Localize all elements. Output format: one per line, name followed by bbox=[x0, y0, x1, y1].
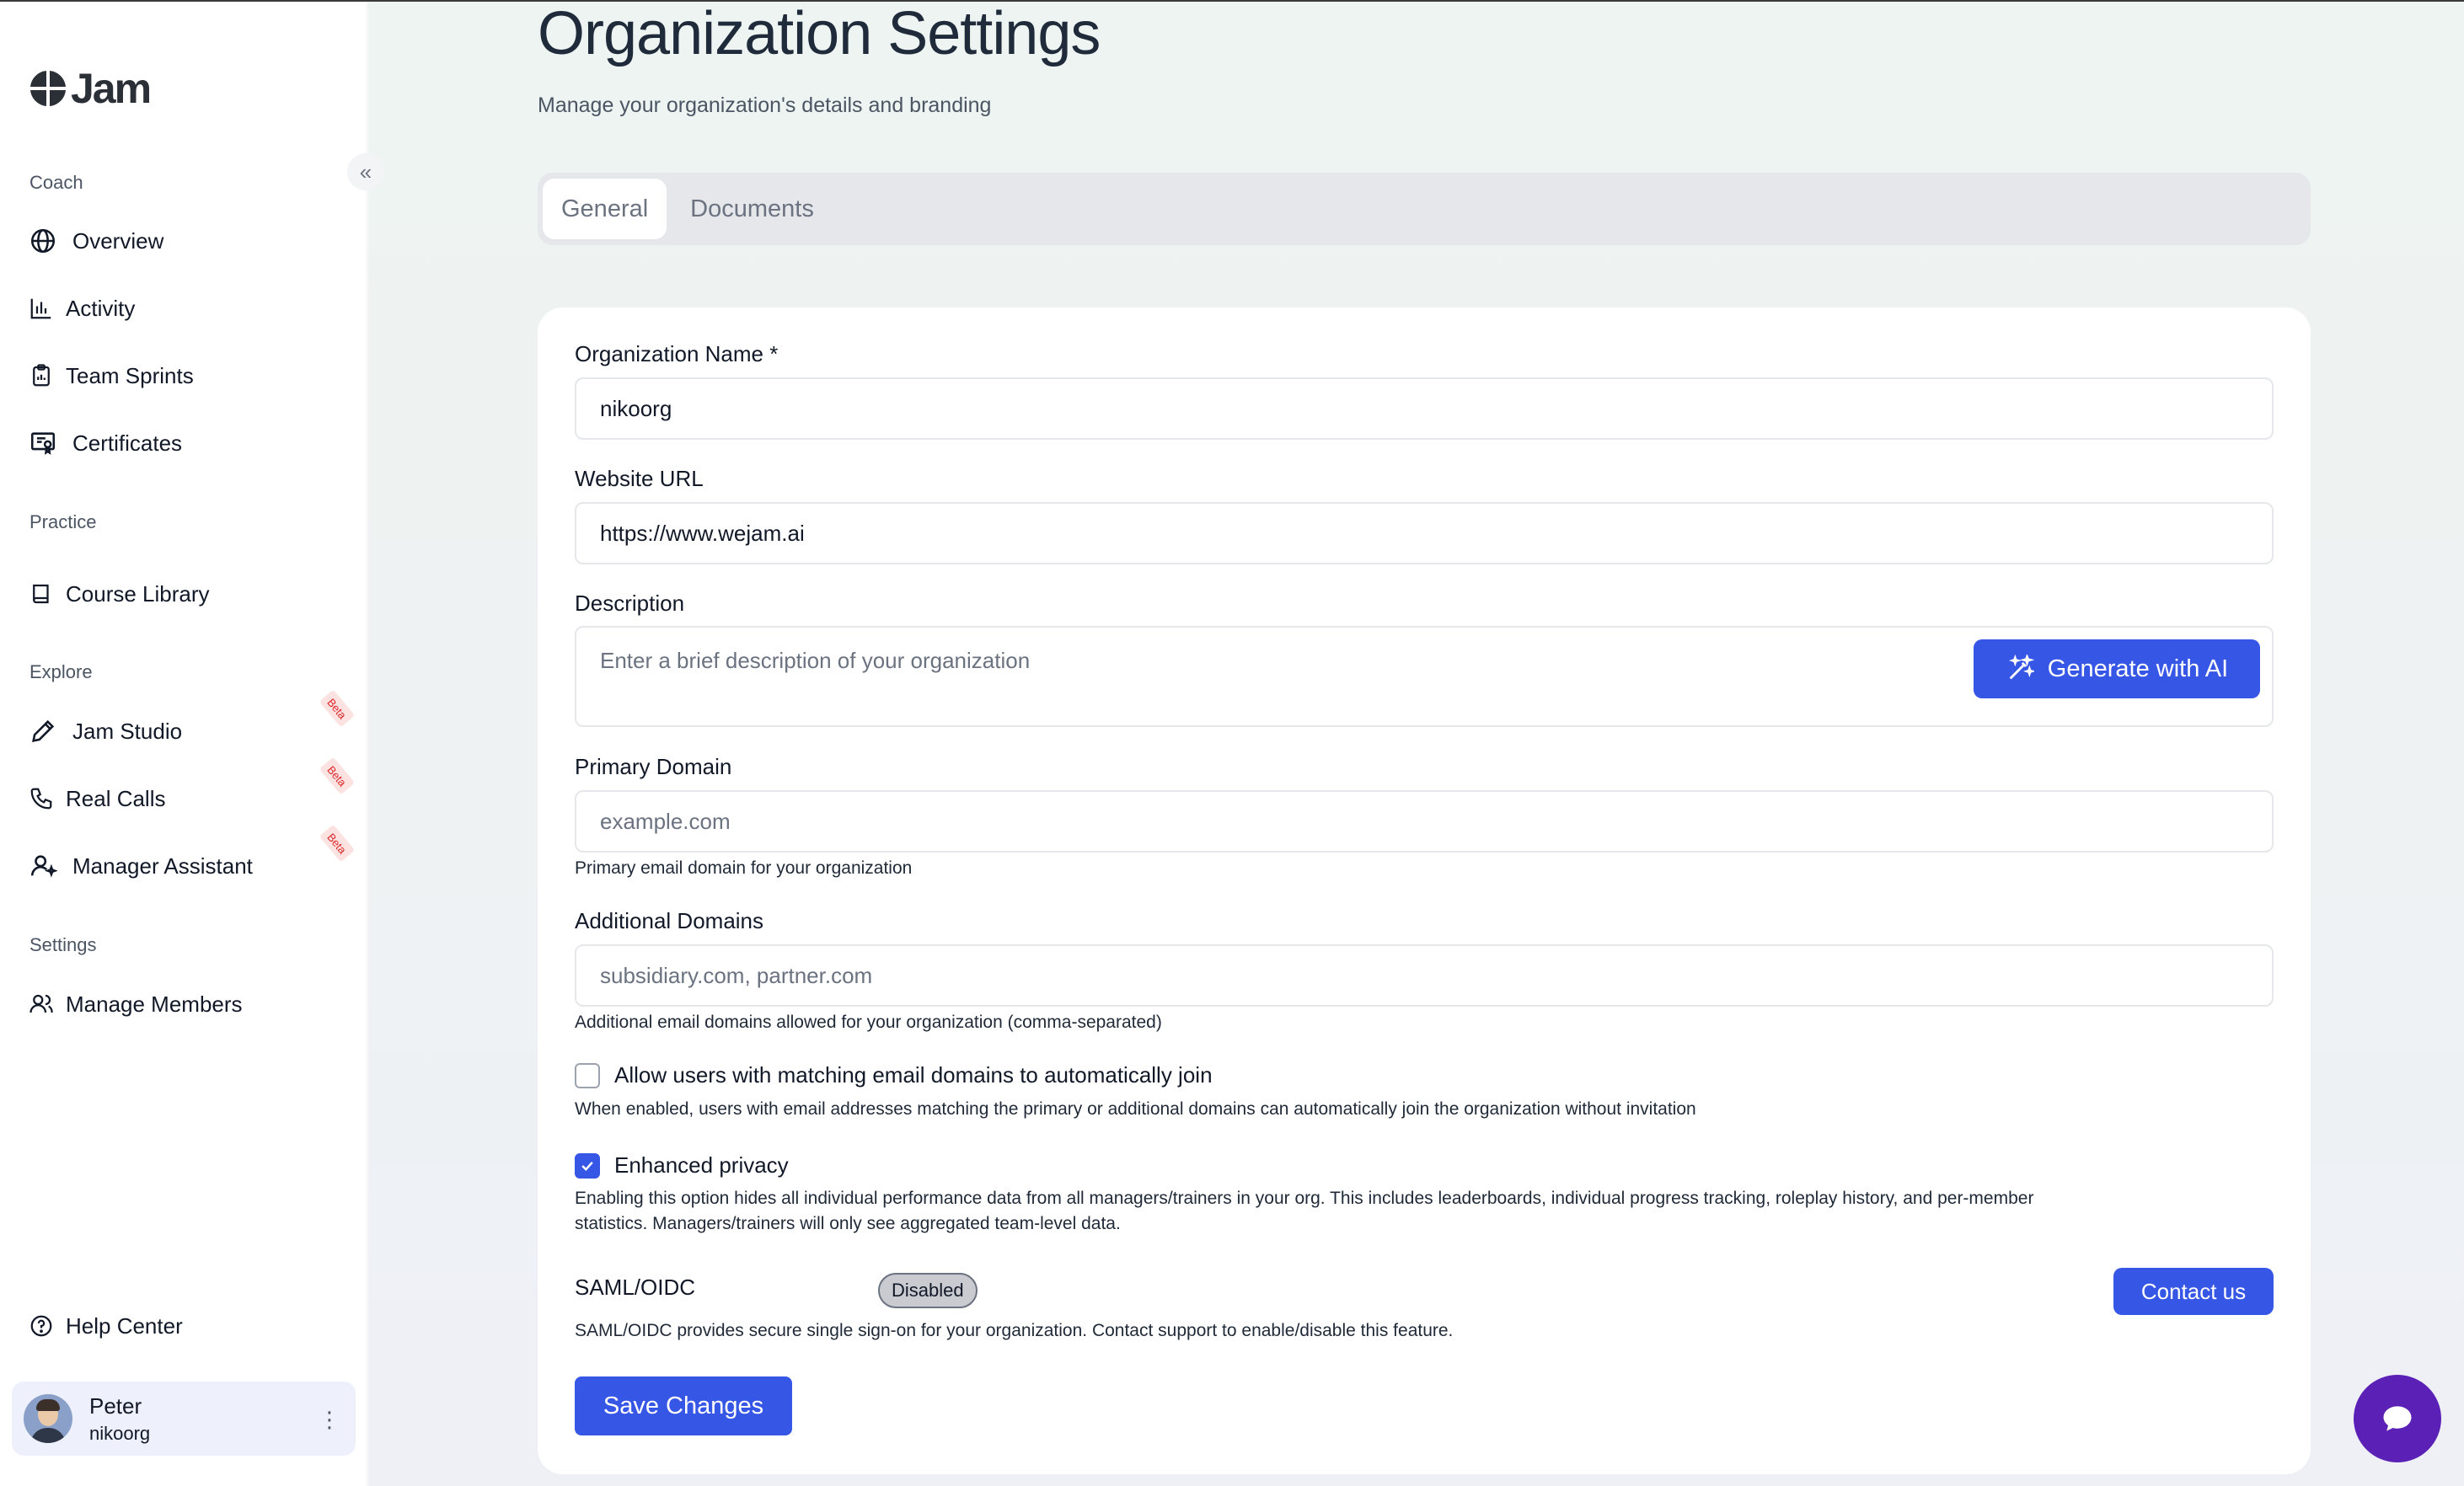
help-circle-icon bbox=[30, 1315, 52, 1337]
user-org: nikoorg bbox=[89, 1422, 151, 1444]
sidebar-item-label: Real Calls bbox=[66, 785, 166, 811]
sidebar-item-overview[interactable]: Overview bbox=[29, 222, 163, 259]
tab-bar: General Documents bbox=[538, 173, 2311, 245]
beta-badge: Beta bbox=[319, 824, 356, 863]
jam-logo-icon bbox=[30, 71, 66, 106]
more-options-icon[interactable]: ⋮ bbox=[319, 1407, 340, 1433]
sidebar-item-label: Manager Assistant bbox=[72, 853, 253, 879]
sidebar-item-activity[interactable]: Activity bbox=[29, 290, 135, 327]
help-center-link[interactable]: Help Center bbox=[29, 1307, 183, 1344]
sidebar-item-label: Manage Members bbox=[66, 991, 243, 1017]
additional-domains-input[interactable]: subsidiary.com, partner.com bbox=[575, 944, 2274, 1007]
primary-domain-help: Primary email domain for your organizati… bbox=[575, 858, 913, 878]
tab-documents[interactable]: Documents bbox=[672, 179, 833, 239]
primary-domain-label: Primary Domain bbox=[575, 754, 732, 779]
bar-chart-icon bbox=[30, 298, 51, 319]
section-label-settings: Settings bbox=[29, 934, 97, 955]
sidebar-item-label: Certificates bbox=[72, 430, 183, 456]
org-name-input[interactable]: nikoorg bbox=[575, 377, 2274, 440]
main-content: Organization Settings Manage your organi… bbox=[368, 0, 2464, 1486]
page-subtitle: Manage your organization's details and b… bbox=[538, 94, 992, 117]
section-label-practice: Practice bbox=[29, 511, 97, 532]
users-icon bbox=[29, 994, 53, 1013]
saml-label: SAML/OIDC bbox=[575, 1275, 696, 1300]
sidebar-item-jam-studio[interactable]: Jam Studio bbox=[29, 713, 182, 750]
section-label-explore: Explore bbox=[29, 661, 93, 682]
magic-wand-icon bbox=[2008, 655, 2034, 680]
user-name: Peter bbox=[89, 1392, 142, 1419]
pencil-icon bbox=[32, 719, 55, 742]
description-textarea[interactable]: Enter a brief description of your organi… bbox=[575, 626, 2274, 727]
beta-badge: Beta bbox=[319, 756, 356, 795]
sidebar-item-label: Team Sprints bbox=[66, 362, 194, 388]
sidebar-item-certificates[interactable]: Certificates bbox=[29, 425, 182, 462]
clipboard-icon bbox=[33, 364, 50, 387]
additional-domains-help: Additional email domains allowed for you… bbox=[575, 1013, 1162, 1032]
enhanced-privacy-help-line1: Enabling this option hides all individua… bbox=[575, 1189, 2034, 1208]
collapse-sidebar-icon[interactable]: « bbox=[347, 153, 384, 190]
avatar bbox=[24, 1394, 72, 1443]
sidebar-item-label: Jam Studio bbox=[72, 718, 183, 744]
auto-join-label: Allow users with matching email domains … bbox=[614, 1062, 1213, 1088]
checkmark-icon bbox=[581, 1161, 593, 1171]
sidebar-item-team-sprints[interactable]: Team Sprints bbox=[29, 357, 194, 394]
user-profile-card[interactable]: Peter nikoorg ⋮ bbox=[12, 1382, 356, 1456]
tab-general[interactable]: General bbox=[543, 179, 667, 239]
sidebar-item-label: Overview bbox=[72, 227, 164, 254]
phone-icon bbox=[30, 788, 52, 810]
beta-badge: Beta bbox=[319, 689, 356, 728]
enhanced-privacy-label: Enhanced privacy bbox=[614, 1152, 789, 1178]
sidebar-item-label: Activity bbox=[66, 295, 136, 321]
logo-text: Jam bbox=[71, 65, 152, 112]
sidebar-item-manager-assistant[interactable]: Manager Assistant bbox=[29, 847, 253, 885]
section-label-coach: Coach bbox=[29, 172, 83, 193]
sidebar-item-label: Course Library bbox=[66, 580, 210, 607]
sidebar-item-real-calls[interactable]: Real Calls bbox=[29, 780, 166, 817]
chat-widget-button[interactable] bbox=[2354, 1375, 2441, 1462]
page-title: Organization Settings bbox=[538, 0, 1101, 67]
saml-help: SAML/OIDC provides secure single sign-on… bbox=[575, 1321, 1454, 1340]
generate-label: Generate with AI bbox=[2047, 655, 2229, 682]
help-center-label: Help Center bbox=[66, 1312, 183, 1339]
jam-logo[interactable]: Jam bbox=[29, 65, 152, 112]
website-label: Website URL bbox=[575, 466, 704, 491]
save-changes-button[interactable]: Save Changes bbox=[575, 1376, 792, 1435]
org-name-label: Organization Name * bbox=[575, 341, 779, 366]
settings-form-card: Organization Name * nikoorg Website URL … bbox=[538, 307, 2311, 1474]
certificate-icon bbox=[30, 432, 56, 455]
book-icon bbox=[33, 584, 49, 604]
additional-domains-label: Additional Domains bbox=[575, 908, 764, 933]
user-sparkle-icon bbox=[30, 855, 57, 878]
sidebar-item-course-library[interactable]: Course Library bbox=[29, 575, 210, 612]
auto-join-help: When enabled, users with email addresses… bbox=[575, 1099, 1696, 1119]
enhanced-privacy-checkbox[interactable] bbox=[575, 1153, 600, 1179]
globe-icon bbox=[30, 228, 56, 254]
chat-bubble-icon bbox=[2383, 1406, 2412, 1431]
description-placeholder: Enter a brief description of your organi… bbox=[600, 648, 1031, 673]
website-input[interactable]: https://www.wejam.ai bbox=[575, 502, 2274, 564]
contact-us-button[interactable]: Contact us bbox=[2113, 1268, 2274, 1315]
auto-join-checkbox[interactable] bbox=[575, 1063, 600, 1088]
sidebar-item-manage-members[interactable]: Manage Members bbox=[29, 986, 243, 1023]
enhanced-privacy-help-line2: statistics. Managers/trainers will only … bbox=[575, 1214, 1121, 1233]
sidebar: Jam Coach Overview Activity Team Sprints… bbox=[0, 0, 367, 1486]
status-badge: Disabled bbox=[878, 1273, 978, 1308]
primary-domain-input[interactable]: example.com bbox=[575, 790, 2274, 853]
description-label: Description bbox=[575, 591, 685, 616]
generate-with-ai-button[interactable]: Generate with AI bbox=[1974, 639, 2260, 698]
window-top-border bbox=[0, 0, 2464, 2]
